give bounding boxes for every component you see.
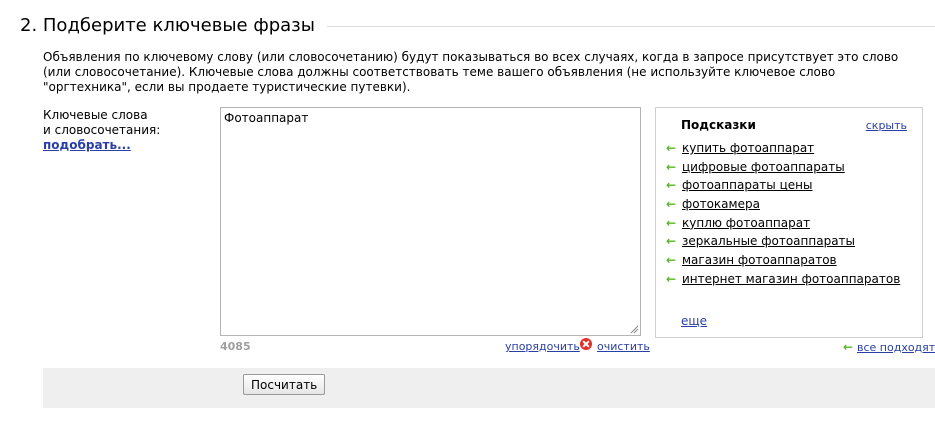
calculate-button[interactable]: Посчитать: [243, 374, 326, 395]
section-header: 2. Подберите ключевые фразы: [20, 14, 935, 40]
clear-link[interactable]: очистить: [597, 340, 650, 353]
arrow-left-icon: ←: [666, 253, 677, 268]
arrow-left-icon: ←: [666, 178, 677, 193]
hint-text[interactable]: интернет магазин фотоаппаратов: [682, 272, 900, 286]
all-fit-control[interactable]: ← все подходят: [843, 340, 935, 354]
hint-item[interactable]: ← фотоаппараты цены: [666, 176, 900, 195]
hint-text[interactable]: купить фотоаппарат: [682, 141, 814, 155]
sort-link[interactable]: упорядочить: [505, 340, 580, 353]
more-hints-link[interactable]: еще: [681, 314, 707, 328]
clear-icon[interactable]: [580, 338, 592, 350]
hint-item[interactable]: ← куплю фотоаппарат: [666, 214, 900, 233]
keywords-label-line2: и словосочетания:: [43, 123, 161, 137]
arrow-left-icon: ←: [666, 215, 677, 230]
hint-item[interactable]: ← цифровые фотоаппараты: [666, 158, 900, 177]
hint-text[interactable]: зеркальные фотоаппараты: [682, 234, 855, 248]
hints-title: Подсказки: [681, 118, 756, 132]
arrow-left-icon: ←: [666, 141, 677, 155]
intro-text: Объявления по ключевому слову (или слово…: [43, 50, 899, 94]
hint-item[interactable]: ← купить фотоаппарат: [666, 139, 900, 158]
action-bar: Посчитать: [43, 368, 935, 408]
arrow-left-icon: ←: [843, 340, 854, 354]
arrow-left-icon: ←: [666, 234, 677, 249]
pick-keywords-link[interactable]: подобрать...: [43, 138, 213, 153]
hint-list: ← купить фотоаппарат ← цифровые фотоаппара…: [666, 139, 900, 289]
arrow-left-icon: ←: [666, 159, 677, 174]
hint-text[interactable]: цифровые фотоаппараты: [682, 160, 845, 174]
hint-text[interactable]: фотокамера: [682, 197, 760, 211]
hint-item[interactable]: ← магазин фотоаппаратов: [666, 251, 900, 270]
hint-text[interactable]: куплю фотоаппарат: [682, 216, 810, 230]
hints-panel: Подсказки скрыть ← купить фотоаппарат ← ци…: [655, 107, 923, 338]
resize-grip-icon[interactable]: [629, 324, 639, 334]
section-divider: [310, 26, 935, 27]
hint-item[interactable]: ← интернет магазин фотоаппаратов: [666, 270, 900, 289]
all-fit-link[interactable]: все подходят: [857, 341, 935, 354]
keywords-label-line1: Ключевые слова: [43, 108, 148, 122]
hint-item[interactable]: ← фотокамера: [666, 195, 900, 214]
hint-text[interactable]: фотоаппараты цены: [682, 178, 812, 192]
keywords-label: Ключевые слова и словосочетания: подобра…: [43, 108, 213, 153]
arrow-left-icon: ←: [666, 197, 677, 212]
char-count: 4085: [220, 340, 251, 353]
hide-hints-link[interactable]: скрыть: [866, 119, 907, 132]
section-title: 2. Подберите ключевые фразы: [20, 14, 327, 38]
arrow-left-icon: ←: [666, 271, 677, 286]
keywords-textarea[interactable]: Фотоаппарат: [220, 107, 641, 336]
hint-text[interactable]: магазин фотоаппаратов: [682, 253, 837, 267]
hint-item[interactable]: ← зеркальные фотоаппараты: [666, 232, 900, 251]
